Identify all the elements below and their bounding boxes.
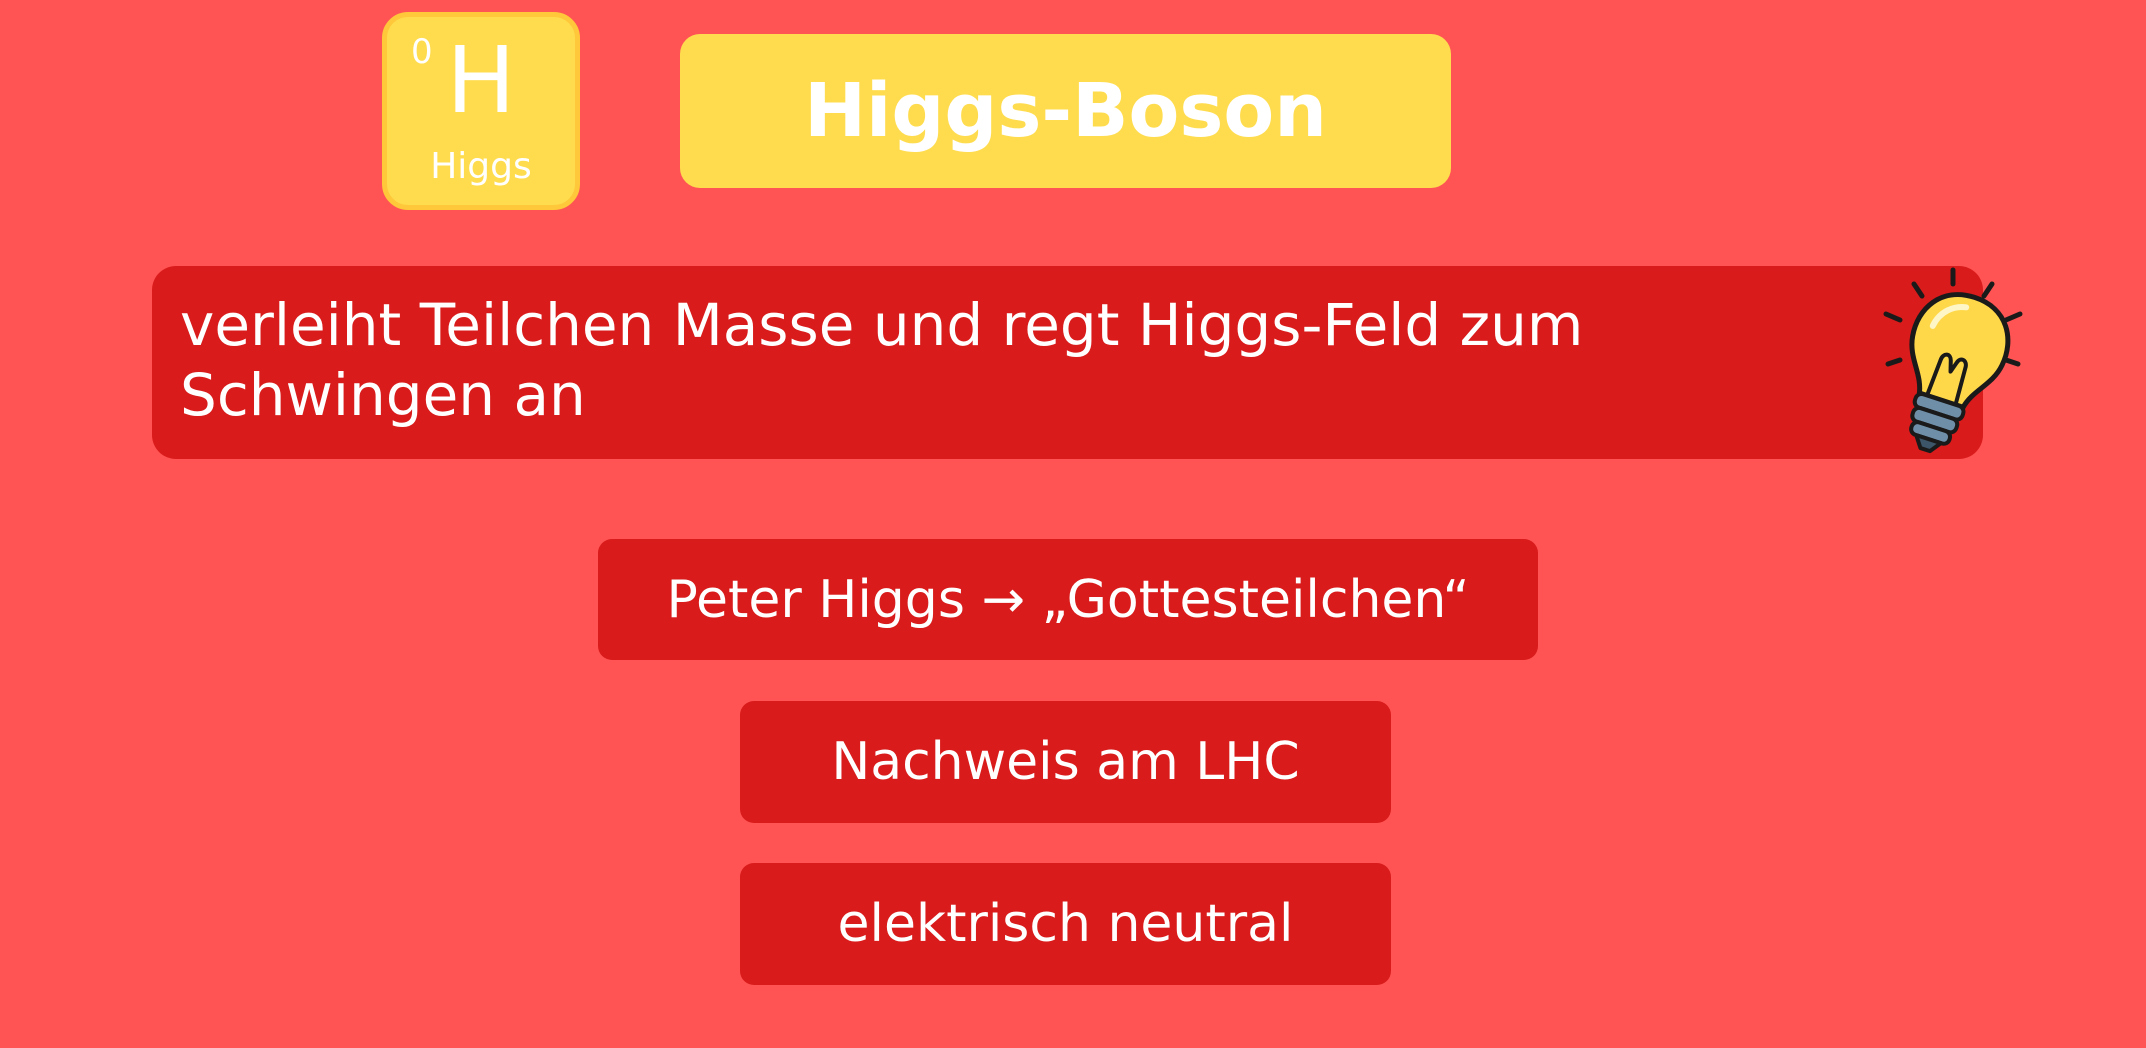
fact-text: Peter Higgs → „Gottesteilchen“	[666, 569, 1470, 630]
fact-box-lhc: Nachweis am LHC	[740, 701, 1391, 823]
particle-symbol: H	[446, 27, 516, 134]
fact-text: Nachweis am LHC	[831, 732, 1300, 792]
title-banner: Higgs-Boson	[680, 34, 1451, 188]
definition-box: verleiht Teilchen Masse und regt Higgs-F…	[152, 266, 1983, 459]
page-title: Higgs-Boson	[804, 68, 1327, 154]
lightbulb-icon	[1883, 267, 2023, 454]
fact-box-neutral: elektrisch neutral	[740, 863, 1391, 985]
definition-text: verleiht Teilchen Masse und regt Higgs-F…	[180, 291, 1584, 429]
fact-text: elektrisch neutral	[837, 894, 1294, 954]
fact-box-peter-higgs: Peter Higgs → „Gottesteilchen“	[598, 539, 1538, 660]
particle-name: Higgs	[430, 146, 532, 187]
particle-tile: 0 H Higgs	[382, 12, 580, 210]
